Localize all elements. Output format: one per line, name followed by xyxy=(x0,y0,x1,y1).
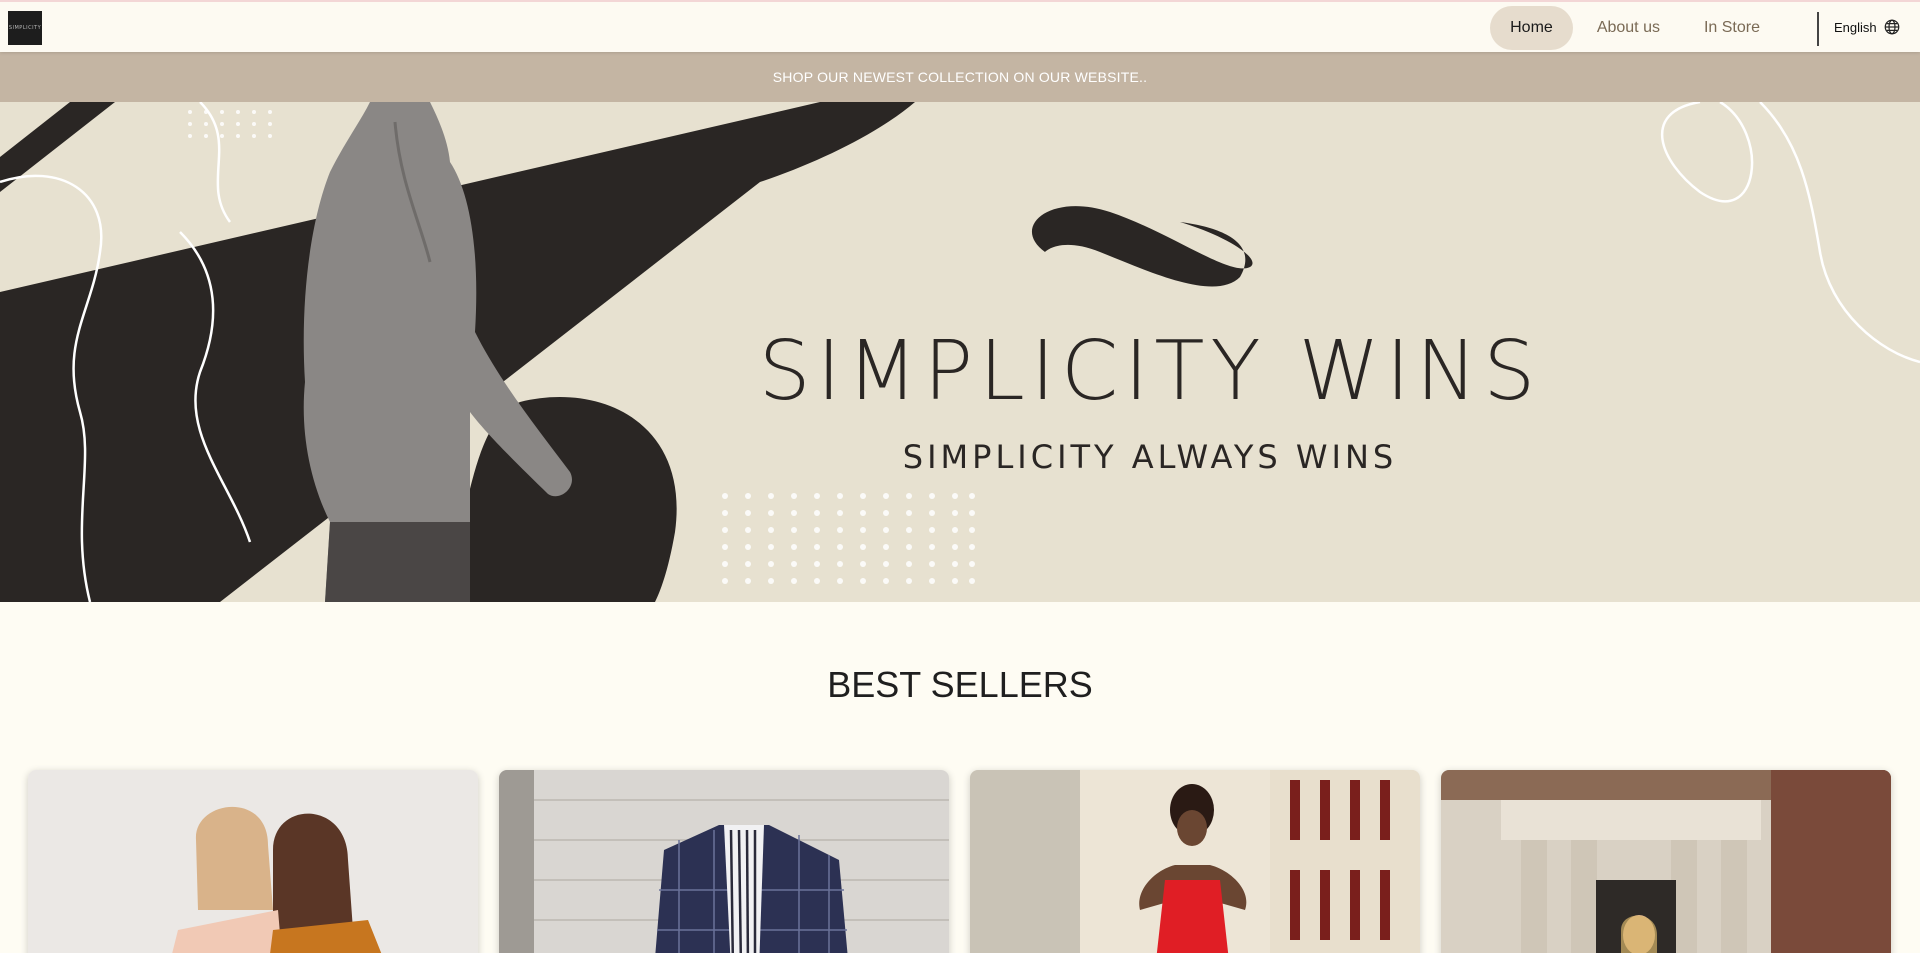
product-card-1[interactable] xyxy=(28,770,478,953)
globe-icon xyxy=(1884,19,1899,35)
nav-link-in-store[interactable]: In Store xyxy=(1684,6,1780,50)
product-card-3[interactable] xyxy=(970,770,1420,953)
hero-title: SIMPLICITY WINS xyxy=(758,324,1542,419)
product-card-2[interactable] xyxy=(499,770,949,953)
product-image xyxy=(1441,770,1891,953)
brand-logo[interactable]: SIMPLICITY xyxy=(8,11,42,45)
language-selector[interactable]: English xyxy=(1834,18,1901,36)
product-image xyxy=(970,770,1420,953)
best-sellers-title: BEST SELLERS xyxy=(827,664,1093,705)
logo-text: SIMPLICITY xyxy=(8,25,42,31)
nav-link-home[interactable]: Home xyxy=(1490,6,1573,50)
nav-divider xyxy=(1817,12,1819,46)
navbar: SIMPLICITY Home About us In Store Englis… xyxy=(0,0,1920,52)
product-image xyxy=(499,770,949,953)
language-label: English xyxy=(1834,19,1877,35)
nav-link-about-us[interactable]: About us xyxy=(1577,6,1680,50)
hero-banner: SIMPLICITY WINS SIMPLICITY ALWAYS WINS xyxy=(0,102,1920,602)
product-image xyxy=(28,770,478,953)
announcement-bar: SHOP OUR NEWEST COLLECTION ON OUR WEBSIT… xyxy=(0,52,1920,102)
nav-links: Home About us In Store xyxy=(1490,6,1780,50)
hero-subtitle: SIMPLICITY ALWAYS WINS xyxy=(902,438,1398,476)
announcement-text: SHOP OUR NEWEST COLLECTION ON OUR WEBSIT… xyxy=(772,69,1148,85)
product-card-4[interactable] xyxy=(1441,770,1891,953)
best-sellers-grid xyxy=(28,770,1891,953)
